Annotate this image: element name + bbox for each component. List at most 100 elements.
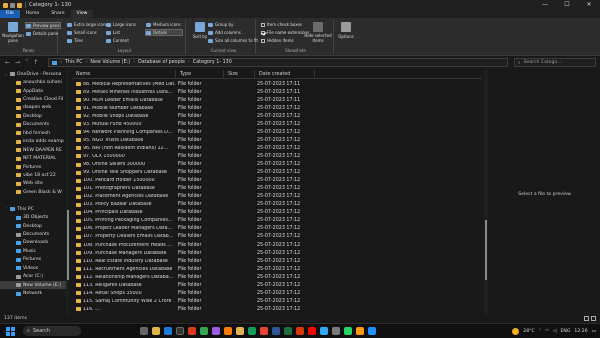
file-row[interactable]: 102. Placement Agencies Database File fol… (72, 193, 482, 201)
breadcrumb-database[interactable]: Database of people (138, 60, 185, 65)
item-check-boxes-checkbox[interactable]: Item check boxes (261, 22, 302, 27)
column-date-created[interactable]: Date created (255, 70, 315, 78)
breadcrumb-new-volume[interactable]: New Volume (E:) (90, 60, 130, 65)
file-row[interactable]: 88. Medical Representatives (Med Dat... F… (72, 80, 482, 88)
nav-item[interactable]: Acer (C:) (0, 273, 66, 281)
file-row[interactable]: 110. Real Estate Industry Database File f… (72, 257, 482, 265)
file-row[interactable]: 104. Principals Database File folder 25-07… (72, 209, 482, 217)
nav-item[interactable]: New Volume (E:) (0, 280, 66, 290)
layout-extra-large-icons[interactable]: Extra large icons (67, 22, 108, 27)
nav-item[interactable]: › OneDrive - Persona (0, 70, 66, 78)
hidden-items-checkbox[interactable]: Hidden items (261, 38, 294, 43)
edge-icon[interactable] (164, 327, 172, 335)
nav-item[interactable]: Green Black & W (0, 188, 66, 196)
back-arrow-icon[interactable]: ← (5, 59, 10, 66)
layout-details[interactable]: Details (145, 29, 183, 36)
nav-item[interactable]: NEW DAAPEN RE (0, 146, 66, 154)
tab-home[interactable]: Home (20, 10, 46, 18)
file-row[interactable]: 106. Project Leader Managers Data... File… (72, 225, 482, 233)
add-columns-button[interactable]: Add columns (208, 30, 241, 35)
nav-item[interactable]: Documents (0, 230, 66, 238)
clock[interactable]: 12:26 (574, 329, 587, 334)
nav-item[interactable]: Videos (0, 264, 66, 272)
layout-content[interactable]: Content (106, 38, 129, 43)
file-row[interactable]: 111. Recruitment Agencies Database File f… (72, 265, 482, 273)
powerpoint-icon[interactable] (296, 327, 304, 335)
nav-scroll-thumb[interactable] (66, 210, 69, 280)
file-explorer-icon[interactable] (152, 327, 160, 335)
up-arrow-icon[interactable]: ↑ (33, 59, 38, 66)
layout-list[interactable]: List (106, 30, 120, 35)
nav-scrollbar[interactable] (66, 70, 69, 314)
layout-small-icons[interactable]: Small icons (67, 30, 97, 35)
app-icon[interactable] (236, 327, 244, 335)
size-all-columns-button[interactable]: Size all columns to fit (208, 38, 258, 43)
quick-access-icon[interactable] (10, 2, 15, 8)
nav-item[interactable]: Music (0, 247, 66, 255)
office-icon[interactable] (188, 327, 196, 335)
details-view-icon[interactable] (584, 316, 589, 321)
volume-icon[interactable]: ◁ (553, 329, 557, 334)
expand-chevron-icon[interactable]: ˅ (4, 207, 8, 212)
minimize-button[interactable]: — (534, 0, 556, 10)
nav-item[interactable]: anoushka suhani (0, 78, 66, 86)
file-row[interactable]: 103. Policy Bazaar Database File folder 25… (72, 201, 482, 209)
app-icon[interactable] (332, 327, 340, 335)
file-row[interactable]: 90. MLM Leader Emails Database File folde… (72, 96, 482, 104)
file-row[interactable]: 97. OLX 1500000 File folder 25-07-2023 17:… (72, 152, 482, 160)
nav-item[interactable]: Documents (0, 121, 66, 129)
tab-share[interactable]: Share (45, 10, 70, 18)
language[interactable]: ENG (561, 329, 571, 334)
new-folder-icon[interactable] (17, 2, 22, 8)
teams-icon[interactable] (212, 327, 220, 335)
layout-tiles[interactable]: Tiles (67, 38, 83, 43)
excel-icon[interactable] (284, 327, 292, 335)
file-row[interactable]: 99. Online Tele Shoppers Database File fo… (72, 169, 482, 177)
nav-item[interactable]: 3D Objects (0, 213, 66, 221)
file-row[interactable]: 93. Mutual Fund 450000 File folder 25-07-2… (72, 120, 482, 128)
file-row[interactable]: 107. Property Dealers Emails Datab... Fil… (72, 233, 482, 241)
app-icon[interactable] (344, 327, 352, 335)
file-row[interactable]: 96. NRI (non Resident Indians) 12... File… (72, 144, 482, 152)
whatsapp-icon[interactable] (248, 327, 256, 335)
forward-arrow-icon[interactable]: → (15, 59, 20, 66)
app-icon[interactable] (260, 327, 268, 335)
wifi-icon[interactable]: ◠ (545, 329, 549, 334)
group-by-button[interactable]: Group by (208, 22, 233, 27)
windows-start-icon[interactable] (6, 326, 15, 336)
details-pane-button[interactable]: Details pane (26, 31, 58, 36)
app-icon[interactable] (308, 327, 316, 335)
tab-view[interactable]: View (70, 10, 94, 18)
nav-item[interactable]: ˅ This PC (0, 205, 66, 213)
nav-item[interactable]: Pictures (0, 163, 66, 171)
expand-chevron-icon[interactable]: › (4, 72, 8, 77)
close-button[interactable]: ✕ (578, 0, 600, 10)
nav-item[interactable]: Network (0, 289, 66, 297)
file-row[interactable]: 115. Samaj Community Wise 2 Crore File fo… (72, 297, 482, 305)
file-row[interactable]: 89. Metals Minerals Industries Data... Fi… (72, 88, 482, 96)
app-icon[interactable] (368, 327, 376, 335)
weather-icon[interactable] (512, 328, 520, 335)
breadcrumb-category[interactable]: Category 1- 130 (193, 60, 232, 65)
nav-item[interactable]: insta adds examp (0, 138, 66, 146)
recent-locations-icon[interactable]: ˅ (25, 59, 28, 66)
layout-large-icons[interactable]: Large icons (106, 22, 136, 27)
file-list-scrollbar[interactable] (484, 70, 488, 314)
nav-item[interactable]: hbd himesh (0, 129, 66, 137)
file-row[interactable]: 100. Pancard Holder 1500000 File folder 25… (72, 177, 482, 185)
nav-item[interactable]: Web site (0, 180, 66, 188)
file-name-extensions-checkbox[interactable]: File name extensions (261, 30, 309, 35)
column-type[interactable]: Type (176, 70, 224, 78)
file-row[interactable]: 105. Printing Packaging Companies... File… (72, 217, 482, 225)
tray-chevron-icon[interactable]: ˄ (539, 329, 541, 334)
file-list-scroll-thumb[interactable] (485, 220, 487, 280)
store-icon[interactable] (176, 327, 184, 335)
tab-file[interactable]: File (0, 10, 20, 18)
file-row[interactable]: 113. Religares Database File folder 25-07-… (72, 281, 482, 289)
file-row[interactable]: 94. Network Planning Companies D... File … (72, 128, 482, 136)
column-size[interactable]: Size (224, 70, 255, 78)
maximize-button[interactable]: ☐ (556, 0, 578, 10)
file-row[interactable]: 112. Relationship Managers Databa... File… (72, 273, 482, 281)
sort-by-button[interactable]: Sort by (193, 22, 207, 39)
nav-item[interactable]: Creative Cloud Fil (0, 95, 66, 103)
